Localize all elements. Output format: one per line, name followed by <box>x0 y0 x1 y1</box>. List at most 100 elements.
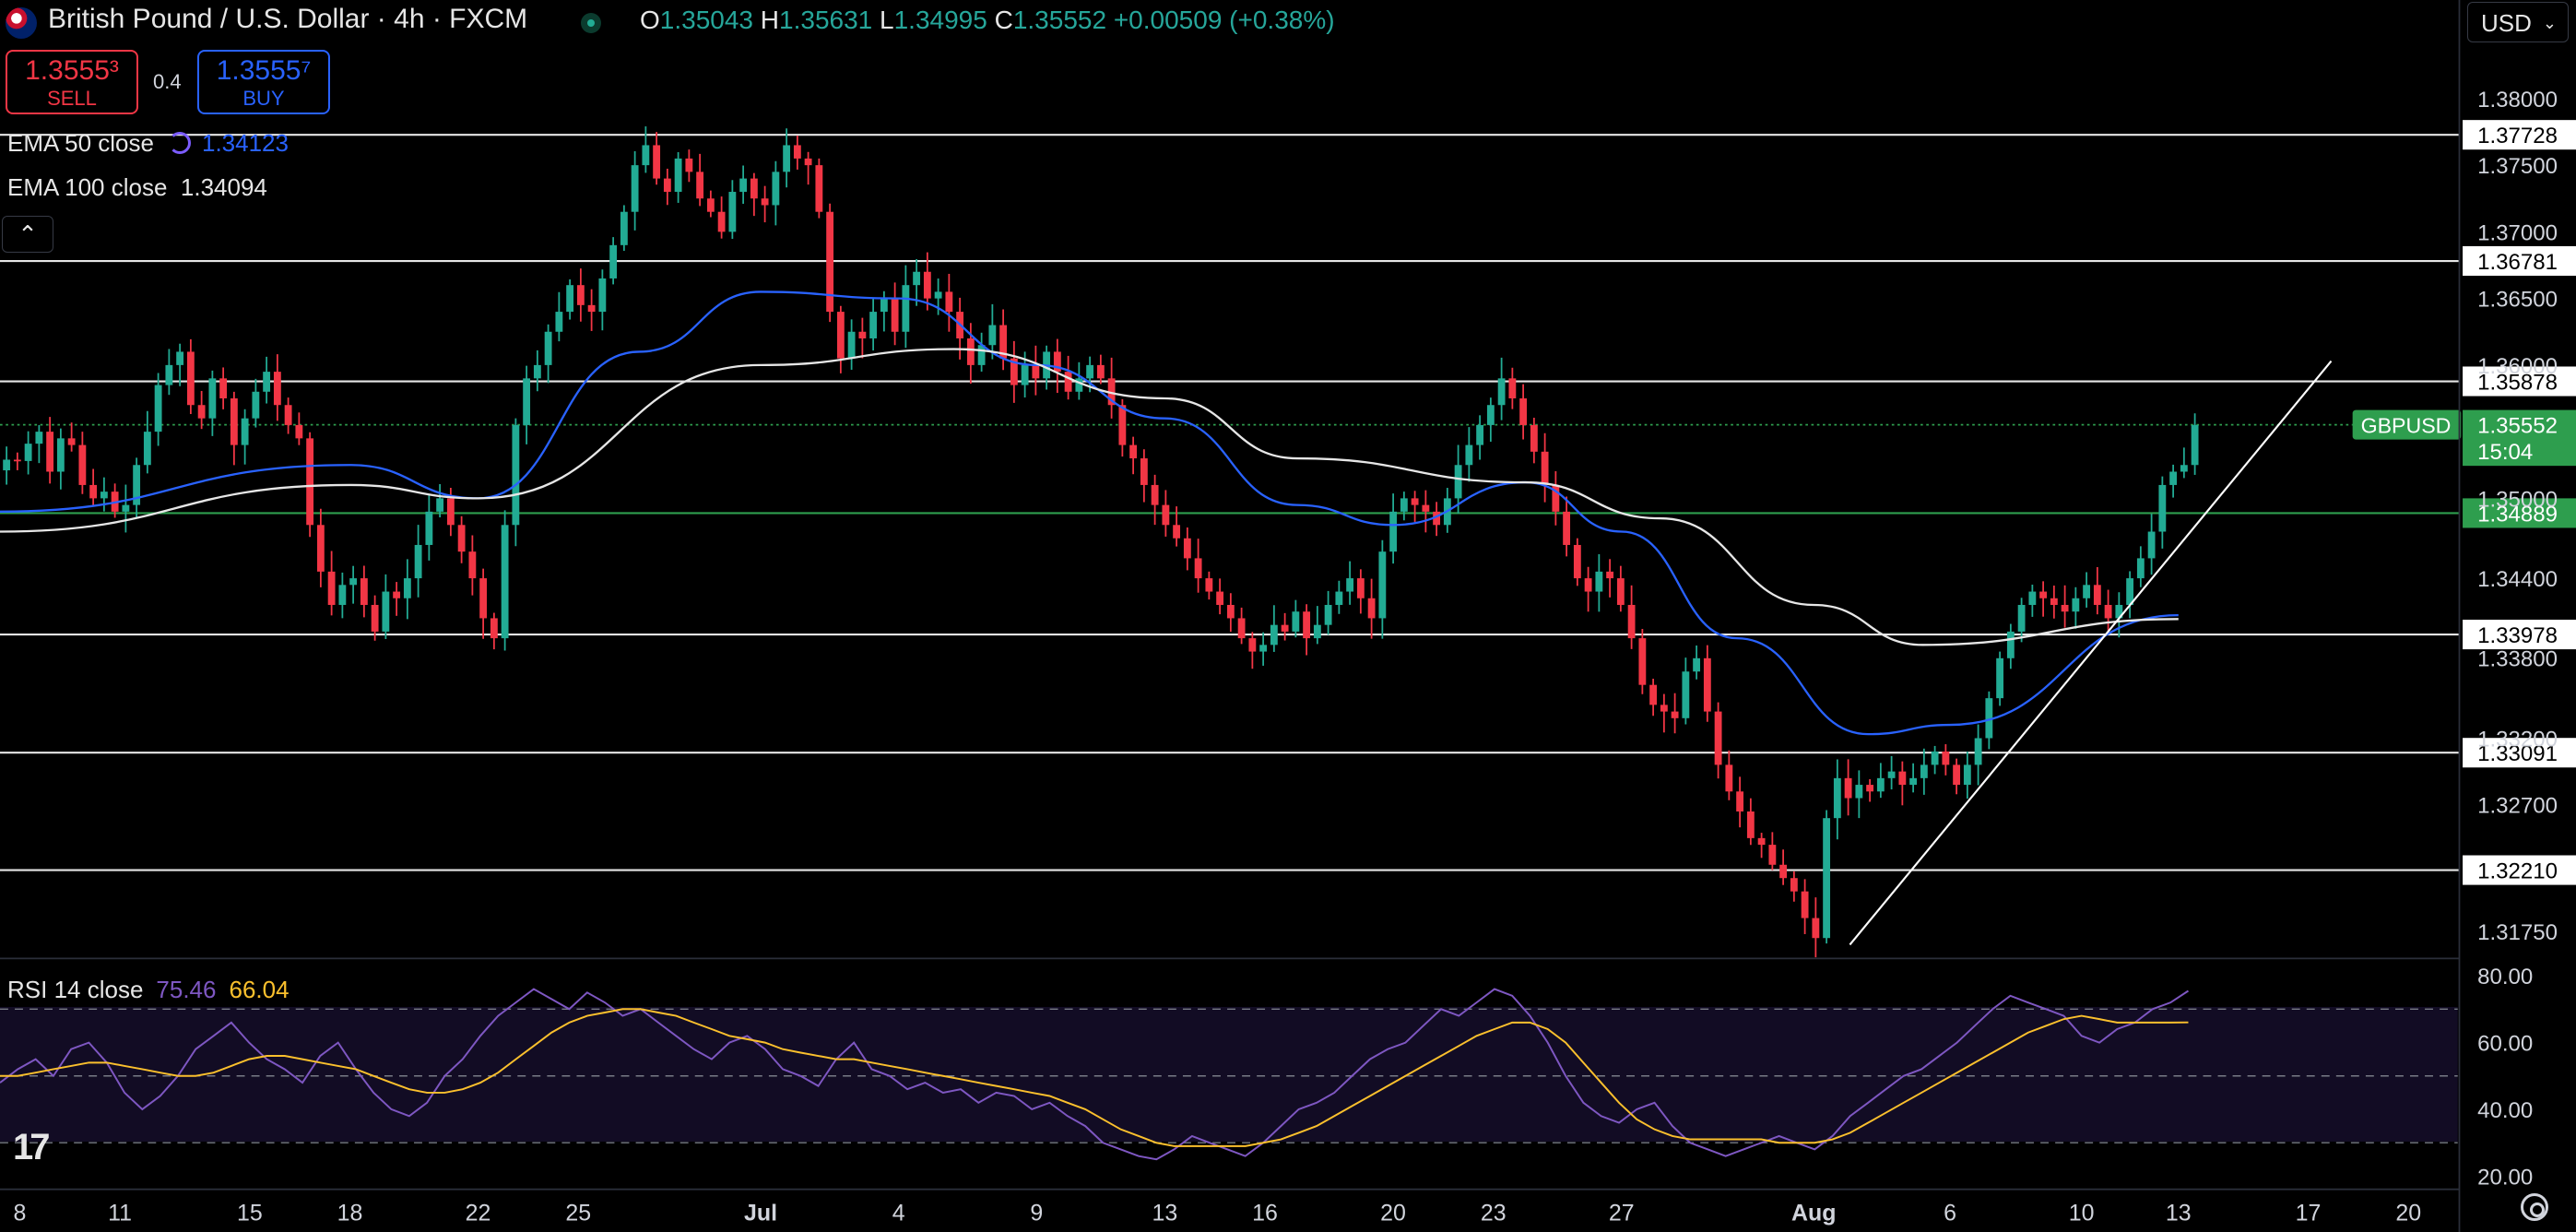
candle-body <box>1573 544 1581 579</box>
candle-body <box>869 312 878 338</box>
chevron-up-icon: ⌃ <box>18 220 38 248</box>
tradingview-logo[interactable]: 17 <box>13 1127 50 1168</box>
time-axis-label: 20 <box>1380 1201 1406 1226</box>
time-axis-label: 8 <box>13 1201 26 1226</box>
candle-body <box>2093 585 2101 605</box>
symbol-title[interactable]: British Pound / U.S. Dollar · 4h · FXCM <box>48 4 527 35</box>
candle-body <box>1953 764 1961 786</box>
candle-body <box>1118 405 1127 445</box>
candle-body <box>891 298 899 332</box>
candle-body <box>1086 364 1094 379</box>
candle-body <box>1768 845 1777 865</box>
settings-icon[interactable] <box>2521 1193 2548 1221</box>
market-status-icon[interactable] <box>581 13 601 33</box>
candle-body <box>2180 465 2188 472</box>
candle-body <box>1671 711 1679 718</box>
candle-body <box>78 444 87 485</box>
candle-body <box>934 291 942 299</box>
candle <box>306 432 314 538</box>
candle-body <box>631 165 639 212</box>
candle-body <box>2072 598 2080 612</box>
candle-body <box>533 364 541 379</box>
candle-body <box>1313 624 1321 639</box>
candle-body <box>739 178 748 193</box>
candle-body <box>1703 657 1711 712</box>
price-chart[interactable]: 80.0060.0040.0020.00 1.377281.367811.358… <box>0 0 2576 1232</box>
candle-body <box>902 285 910 332</box>
candle-body <box>1779 864 1788 879</box>
candle-body <box>1541 451 1549 485</box>
candle-body <box>327 571 336 605</box>
candle-body <box>1129 444 1138 459</box>
sell-price: 1.3555³ <box>25 55 119 86</box>
candle-body <box>1757 837 1766 846</box>
rsi-legend[interactable]: RSI 14 close 75.46 66.04 <box>7 976 290 1004</box>
time-axis-label: 20 <box>2395 1201 2421 1226</box>
candle-body <box>1270 624 1278 646</box>
ema50-legend[interactable]: EMA 50 close 1.34123 <box>7 129 289 158</box>
ohlc-values: O1.35043 H1.35631 L1.34995 C1.35552 +0.0… <box>640 6 1335 35</box>
candle-body <box>1931 751 1939 765</box>
time-axis-label: 22 <box>466 1201 491 1226</box>
candle-body <box>501 525 509 639</box>
price-axis-label: 1.33800 <box>2477 647 2558 672</box>
candle-body <box>143 432 151 466</box>
candle-body <box>1627 604 1636 639</box>
candle-body <box>1563 511 1571 545</box>
candle-body <box>2006 631 2015 658</box>
candle-body <box>176 351 184 365</box>
candle-body <box>1281 624 1289 632</box>
sell-button[interactable]: 1.3555³ SELL <box>6 50 138 114</box>
candle-body <box>1996 657 2004 699</box>
candle-body <box>284 405 292 425</box>
candle-body <box>836 312 845 359</box>
candle-body <box>783 145 791 172</box>
candle-body <box>186 351 195 406</box>
candle-body <box>847 331 856 359</box>
time-axis-label: Jul <box>744 1201 777 1226</box>
candle-body <box>230 398 238 445</box>
candle-body <box>1194 558 1202 579</box>
time-axis-label: 15 <box>237 1201 263 1226</box>
candle-body <box>197 405 206 419</box>
candle-body <box>1237 618 1246 639</box>
candle-body <box>1855 785 1863 799</box>
level-price-tag: 1.36781 <box>2463 245 2576 277</box>
price-axis-label: 1.32700 <box>2477 794 2558 819</box>
candle-body <box>1616 578 1625 605</box>
candle-body <box>1898 771 1907 786</box>
candle-body <box>2039 591 2048 598</box>
currency-select[interactable]: USD ⌄ <box>2467 2 2569 42</box>
ema100-legend[interactable]: EMA 100 close 1.34094 <box>7 173 267 202</box>
candle-body <box>1389 511 1398 552</box>
candle-body <box>371 604 379 632</box>
candle-body <box>1367 598 1376 619</box>
time-axis-label: 9 <box>1030 1201 1043 1226</box>
candle-body <box>46 432 54 472</box>
candle-body <box>555 312 563 332</box>
symbol-tag-text: GBPUSD <box>2361 414 2452 438</box>
candle-body <box>208 378 217 419</box>
candle-body <box>1400 498 1408 512</box>
candle-body <box>1226 604 1235 619</box>
candle-body <box>1356 578 1365 598</box>
candle-body <box>1682 671 1690 718</box>
candle-body <box>750 178 758 199</box>
candle-body <box>219 378 228 399</box>
candle-body <box>1497 378 1506 406</box>
candle-body <box>663 178 671 193</box>
candle-body <box>1151 484 1159 505</box>
candle-body <box>1746 811 1755 838</box>
candle-body <box>1064 372 1072 392</box>
buy-button[interactable]: 1.3555⁷ BUY <box>197 50 330 114</box>
candle-body <box>1866 785 1874 792</box>
sync-icon[interactable] <box>168 132 191 154</box>
collapse-legend-button[interactable]: ⌃ <box>2 216 53 253</box>
candle-body <box>1974 738 1982 765</box>
candle-body <box>1346 578 1354 592</box>
candle-body <box>1963 764 1971 786</box>
candle-body <box>1032 364 1040 379</box>
candle-body <box>923 271 931 299</box>
candle-body <box>706 198 715 212</box>
candle-body <box>1790 878 1798 892</box>
